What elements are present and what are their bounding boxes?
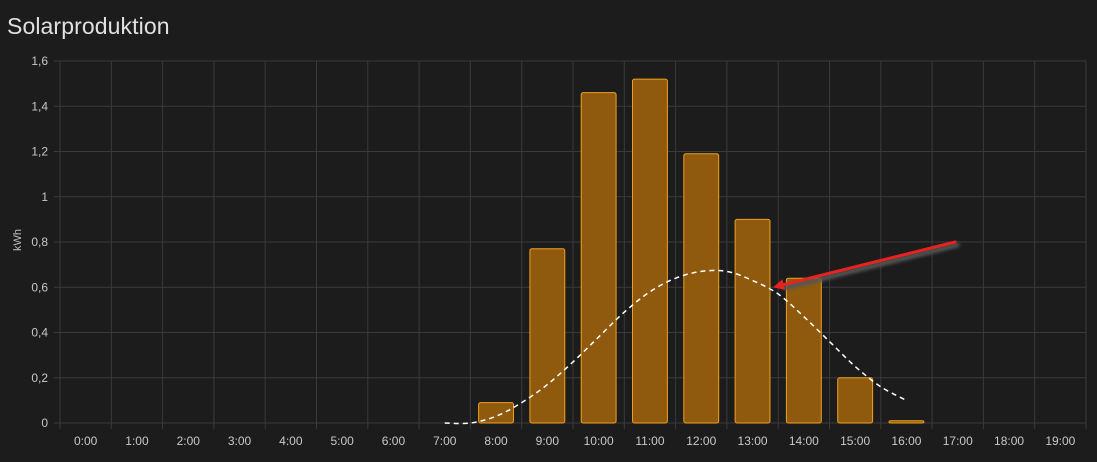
y-tick-label: 1,6	[31, 54, 48, 68]
x-tick-label: 12:00	[686, 434, 716, 448]
y-tick-label: 0,4	[31, 326, 48, 340]
y-tick-label: 1,4	[31, 99, 48, 113]
grid	[54, 60, 1087, 429]
y-tick-label: 1,2	[31, 145, 48, 159]
bar-16:00	[888, 420, 925, 424]
bar-12:00	[683, 153, 720, 424]
x-tick-label: 10:00	[584, 434, 614, 448]
x-tick-label: 15:00	[840, 434, 870, 448]
bar-14:00	[785, 277, 822, 424]
x-tick-label: 13:00	[738, 434, 768, 448]
y-tick-label: 0,8	[31, 235, 48, 249]
x-tick-label: 19:00	[1045, 434, 1075, 448]
x-tick-label: 8:00	[484, 434, 508, 448]
x-tick-label: 9:00	[536, 434, 560, 448]
bar-10:00	[580, 92, 617, 424]
bar-series	[478, 78, 925, 424]
y-tick-label: 0,6	[31, 280, 48, 294]
x-tick-label: 14:00	[789, 434, 819, 448]
bar-11:00	[632, 78, 668, 424]
y-tick-label: 0,2	[31, 371, 48, 385]
y-axis-ticks: 0 0,2 0,4 0,6 0,8 1 1,2 1,4 1,6	[31, 54, 48, 430]
x-tick-label: 5:00	[330, 434, 354, 448]
bar-15:00	[837, 377, 874, 424]
x-tick-label: 4:00	[279, 434, 303, 448]
arrow-head	[773, 279, 786, 290]
x-tick-label: 6:00	[382, 434, 406, 448]
y-axis-title: kWh	[12, 229, 24, 251]
x-tick-label: 0:00	[74, 434, 98, 448]
x-axis-ticks: 0:00 1:00 2:00 3:00 4:00 5:00 6:00 7:00 8:00 9:00…	[74, 434, 1076, 448]
arrow-annotation	[773, 240, 960, 291]
arrow-shaft	[782, 240, 957, 287]
x-tick-label: 18:00	[994, 434, 1024, 448]
x-tick-label: 2:00	[177, 434, 201, 448]
solar-production-card: Solarproduktion 0 0,2 0,4 0,6 0,8 1 1,2 1,4 1,6 …	[0, 0, 1097, 462]
x-tick-label: 17:00	[943, 434, 973, 448]
solar-production-chart: 0 0,2 0,4 0,6 0,8 1 1,2 1,4 1,6 0:00 1:00 2:00 3:00…	[12, 54, 1087, 448]
bar-9:00	[529, 248, 566, 424]
x-tick-label: 16:00	[891, 434, 921, 448]
bar-13:00	[734, 218, 771, 424]
y-tick-label: 1	[41, 190, 48, 204]
x-tick-label: 1:00	[125, 434, 149, 448]
y-tick-label: 0	[41, 416, 48, 430]
arrow-shadow	[783, 242, 960, 291]
x-tick-label: 7:00	[433, 434, 457, 448]
x-tick-label: 3:00	[228, 434, 252, 448]
x-tick-label: 11:00	[635, 434, 664, 448]
